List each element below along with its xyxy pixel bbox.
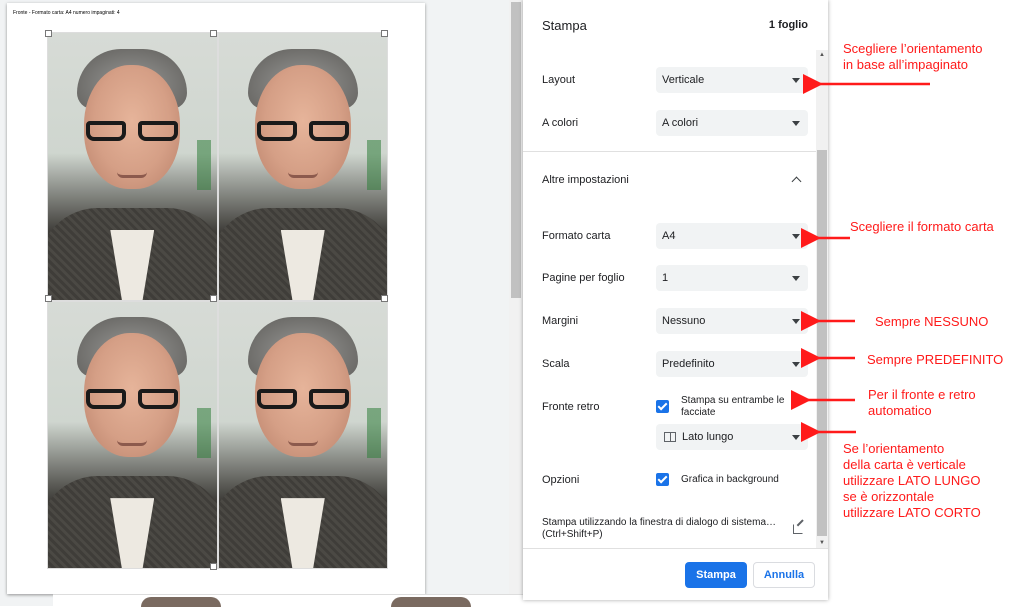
annotation-orientation: Scegliere l’orientamento in base all’imp… xyxy=(843,41,983,72)
annotation-flip: Se l’orientamento della carta è vertical… xyxy=(843,441,981,520)
annotation-margins: Sempre NESSUNO xyxy=(875,314,989,329)
annotation-duplex: Per il fronte e retro automatico xyxy=(868,387,976,418)
annotation-scale: Sempre PREDEFINITO xyxy=(867,352,1004,367)
annotation-paper-size: Scegliere il formato carta xyxy=(850,219,994,234)
